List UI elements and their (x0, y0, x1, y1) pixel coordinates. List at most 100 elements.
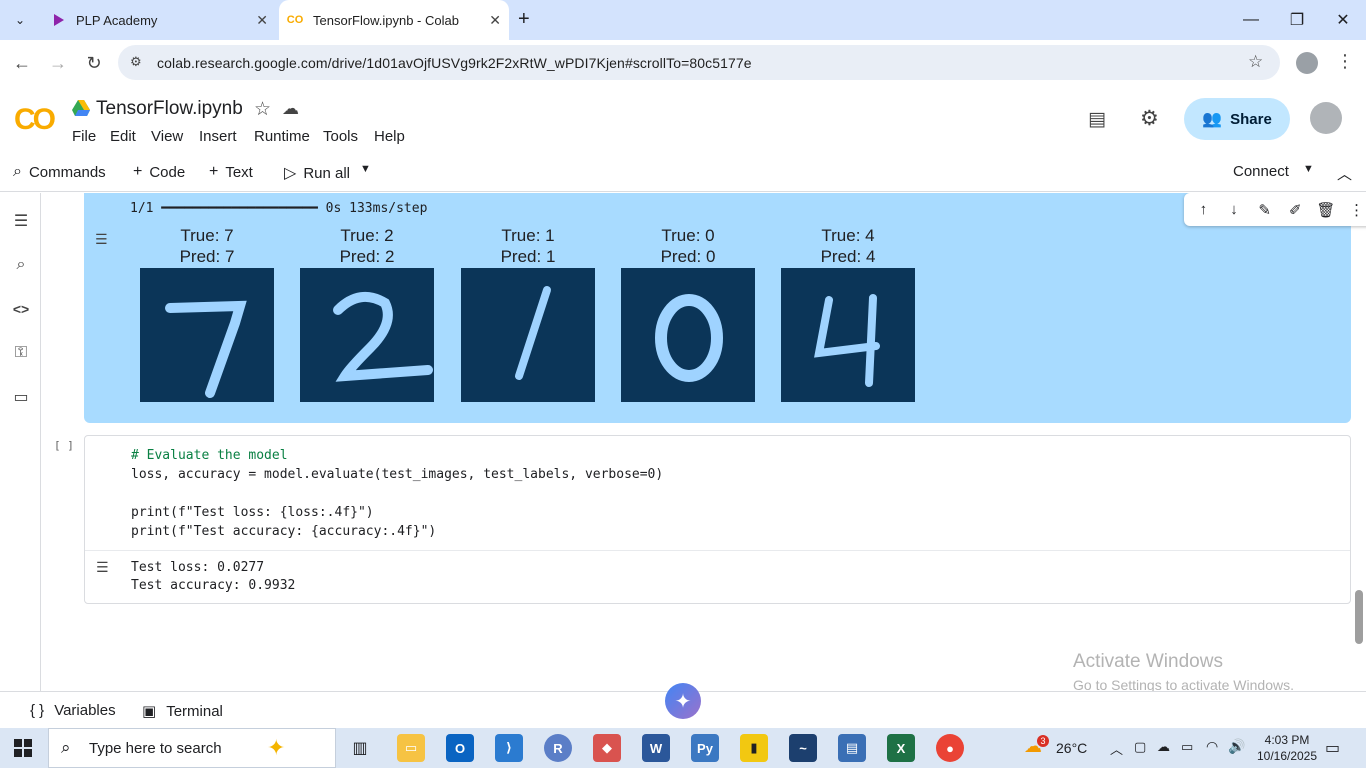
terminal-label: Terminal (166, 702, 223, 720)
menu-edit[interactable]: Edit (110, 128, 136, 145)
task-view-icon[interactable]: ▥ (346, 734, 374, 762)
drive-icon (72, 100, 90, 121)
menu-file[interactable]: File (72, 128, 96, 145)
tray-chevron-icon[interactable]: ︿ (1110, 739, 1123, 758)
pred-label: Pred: 7 (179, 247, 235, 266)
back-icon[interactable]: ← (9, 50, 35, 76)
true-label: True: 7 (180, 226, 234, 245)
url-text[interactable]: colab.research.google.com/drive/1d01avOj… (157, 55, 752, 71)
meet-now-icon[interactable]: ▢ (1134, 739, 1146, 755)
output-actions-icon[interactable]: ☰ (96, 559, 109, 576)
add-text-button[interactable]: + Text (209, 163, 253, 181)
code-snippets-icon[interactable]: <> (9, 297, 33, 321)
connect-dropdown-icon[interactable]: ▼ (1303, 163, 1314, 175)
magic-edit-icon[interactable]: ✎ (1252, 201, 1278, 219)
files-folder-icon[interactable]: ▭ (9, 385, 33, 409)
restore-icon[interactable]: ❐ (1274, 0, 1320, 40)
clock-time: 4:03 PM (1264, 733, 1310, 747)
connect-button[interactable]: Connect (1233, 163, 1289, 180)
evaluate-code-cell[interactable]: # Evaluate the model loss, accuracy = mo… (84, 435, 1351, 604)
rstudio-icon[interactable]: ~ (789, 734, 817, 762)
menu-insert[interactable]: Insert (199, 128, 237, 145)
bookmark-star-icon[interactable]: ☆ (1248, 52, 1263, 72)
weather-temperature[interactable]: 26°C (1056, 740, 1087, 756)
run-all-label: Run all (303, 164, 351, 182)
menu-tools[interactable]: Tools (323, 128, 358, 145)
notebook-scrollbar[interactable] (1355, 590, 1363, 644)
table-of-contents-icon[interactable]: ☰ (9, 209, 33, 233)
share-button[interactable]: 👥 Share (1184, 98, 1290, 140)
excel-icon[interactable]: X (887, 734, 915, 762)
taskbar-clock[interactable]: 4:03 PM 10/16/2025 (1252, 732, 1322, 764)
close-window-icon[interactable]: ✕ (1320, 0, 1366, 40)
add-code-button[interactable]: + Code (133, 163, 185, 181)
edit-pencil-icon[interactable]: ✐ (1282, 201, 1308, 219)
code-editor[interactable]: # Evaluate the model loss, accuracy = mo… (131, 446, 663, 541)
power-bi-icon[interactable]: ▮ (740, 734, 768, 762)
colab-logo[interactable]: CO (14, 103, 56, 137)
run-cell-indicator[interactable]: [ ] (54, 439, 74, 452)
file-explorer-icon[interactable]: ▭ (397, 734, 425, 762)
r-app-icon[interactable]: R (544, 734, 572, 762)
plus-icon: + (209, 163, 219, 180)
windows-start-icon[interactable] (14, 739, 32, 762)
outlook-icon[interactable]: O (446, 734, 474, 762)
run-all-dropdown-icon[interactable]: ▼ (360, 163, 371, 175)
notebook-title[interactable]: TensorFlow.ipynb (96, 98, 243, 120)
menu-runtime[interactable]: Runtime (254, 128, 310, 145)
taskbar-search[interactable]: ⌕ Type here to search ✦ (48, 728, 336, 768)
close-tab-icon[interactable]: ✕ (489, 12, 501, 29)
move-up-icon[interactable]: ↑ (1190, 201, 1216, 218)
code-line-4: print(f"Test loss: {loss:.4f}") (131, 505, 374, 520)
menu-help[interactable]: Help (374, 128, 405, 145)
close-tab-icon[interactable]: ✕ (256, 12, 268, 29)
output-actions-icon[interactable]: ☰ (95, 231, 108, 248)
plp-favicon-icon (50, 12, 66, 28)
left-sidebar: ☰ ⌕ <> ⚿ ▭ (0, 193, 41, 691)
cloud-saved-icon[interactable]: ☁ (282, 99, 299, 119)
find-replace-icon[interactable]: ⌕ (9, 253, 33, 277)
commands-button[interactable]: ⌕ Commands (13, 163, 106, 181)
comments-icon[interactable]: ▤ (1088, 108, 1106, 131)
battery-icon[interactable]: ▭ (1181, 739, 1193, 755)
more-options-icon[interactable]: ⋮ (1344, 201, 1366, 219)
forward-icon[interactable]: → (45, 50, 71, 76)
minimize-icon[interactable]: — (1228, 0, 1274, 40)
address-bar[interactable]: ⚙ colab.research.google.com/drive/1d01av… (118, 45, 1280, 80)
gemini-sparkle-icon[interactable]: ✦ (665, 683, 701, 719)
digit-panel-3: True: 1 Pred: 1 (461, 225, 595, 402)
site-info-icon[interactable]: ⚙ (130, 54, 142, 70)
python-icon[interactable]: Py (691, 734, 719, 762)
collapse-header-icon[interactable]: ︿ (1337, 163, 1352, 184)
chrome-icon[interactable]: ● (936, 734, 964, 762)
people-icon: 👥 (1202, 111, 1223, 128)
wifi-icon[interactable]: ◠ (1206, 738, 1218, 755)
browser-menu-icon[interactable]: ⋮ (1336, 51, 1354, 72)
onedrive-icon[interactable]: ☁ (1157, 739, 1170, 755)
tab-search-chevron-icon[interactable]: ⌄ (10, 10, 30, 30)
run-all-button[interactable]: ▷ Run all (284, 163, 350, 183)
star-icon[interactable]: ☆ (254, 98, 271, 121)
notifications-icon[interactable]: ▭ (1325, 738, 1340, 758)
volume-icon[interactable]: 🔊 (1228, 738, 1245, 755)
new-tab-icon[interactable]: + (518, 8, 530, 31)
menu-view[interactable]: View (151, 128, 183, 145)
secrets-key-icon[interactable]: ⚿ (9, 341, 33, 365)
prediction-output-cell[interactable]: 1/1 ━━━━━━━━━━━━━━━━━━━━ 0s 133ms/step ☰… (84, 193, 1366, 423)
delete-trash-icon[interactable]: 🗑 (1313, 201, 1339, 219)
profile-avatar[interactable] (1296, 52, 1318, 74)
settings-gear-icon[interactable]: ⚙ (1140, 106, 1159, 131)
command-bar: ⌕ Commands + Code + Text ▷ Run all ▼ Con… (0, 152, 1366, 192)
reload-icon[interactable]: ↻ (81, 50, 107, 76)
vscode-icon[interactable]: ⟩ (495, 734, 523, 762)
terminal-button[interactable]: ▣ Terminal (142, 702, 223, 721)
git-icon[interactable]: ◆ (593, 734, 621, 762)
word-icon[interactable]: W (642, 734, 670, 762)
variables-button[interactable]: { } Variables (30, 702, 116, 719)
tab-plp-academy[interactable]: PLP Academy ✕ (40, 0, 276, 40)
account-avatar[interactable] (1310, 102, 1342, 134)
remote-desktop-icon[interactable]: ▤ (838, 734, 866, 762)
move-down-icon[interactable]: ↓ (1221, 201, 1247, 218)
search-placeholder: Type here to search (89, 739, 222, 757)
tab-colab[interactable]: CO TensorFlow.ipynb - Colab ✕ (279, 0, 509, 40)
